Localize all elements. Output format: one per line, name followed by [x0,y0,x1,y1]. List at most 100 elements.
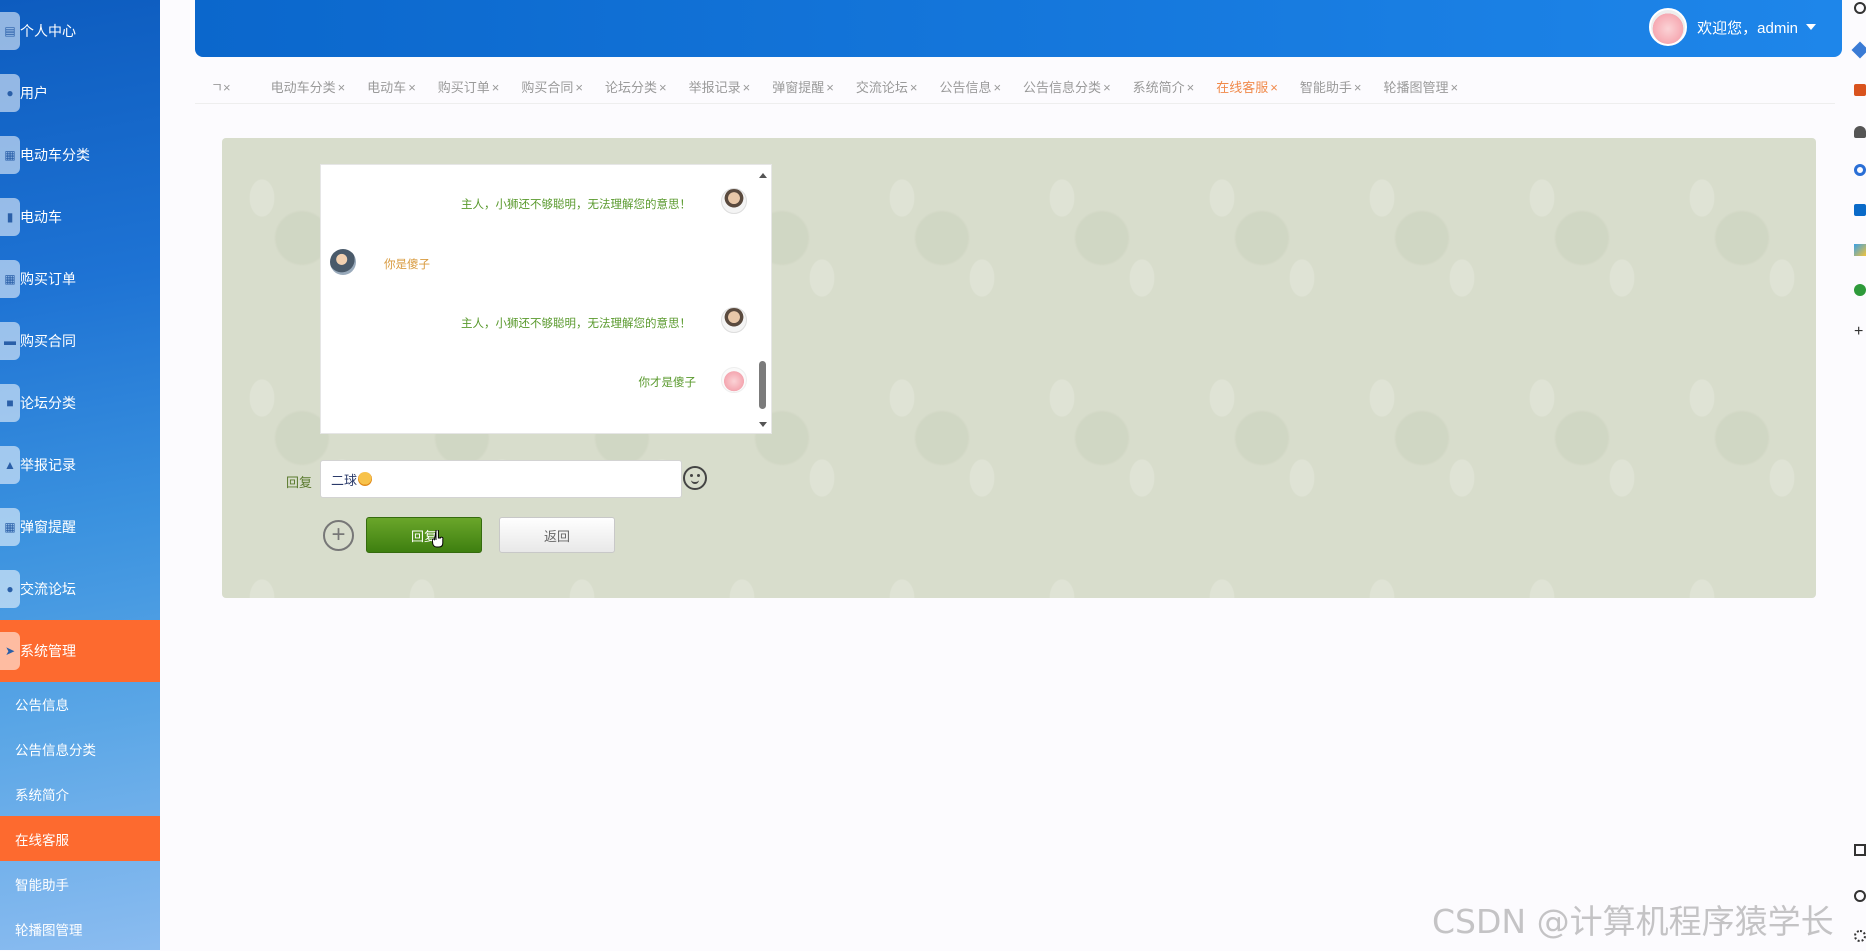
tab-label: 论坛分类 [605,80,658,95]
tab-label: 举报记录 [688,80,741,95]
sidebar-item-popup-reminder[interactable]: ▦ 弹窗提醒 [0,496,160,558]
user-menu[interactable]: 欢迎您，admin [1649,8,1816,46]
bubble-icon: ● [0,570,20,608]
sidebar-subitem-announcement-category[interactable]: 公告信息分类 [0,726,160,771]
sidebar-subitem-announcements[interactable]: 公告信息 [0,681,160,726]
sidebar-item-reports[interactable]: ▲ 举报记录 [0,434,160,496]
sidebar-item-label: 用户 [20,85,48,101]
reply-button[interactable]: 回复 [366,517,482,553]
chat-scrollbar[interactable] [759,173,767,427]
tab-label: 智能助手 [1299,80,1352,95]
sidebar-item-system-management[interactable]: ➤ 系统管理 [0,620,160,682]
close-icon[interactable]: × [743,80,751,95]
tab-label: 公告信息 [939,80,992,95]
tab-forum[interactable]: 交流论坛 × [856,77,918,96]
tab-online-service[interactable]: 在线客服 × [1216,77,1278,96]
sidebar-item-forum-category[interactable]: ■ 论坛分类 [0,372,160,434]
add-attachment-icon[interactable]: + [323,520,354,551]
back-button[interactable]: 返回 [499,517,615,553]
reply-input-value: 二球 [331,472,358,488]
add-icon[interactable]: + [1854,324,1866,340]
close-icon[interactable]: × [408,80,416,95]
tab-ev-category[interactable]: 电动车分类 × [271,77,346,96]
avatar [1649,8,1688,46]
sidebar-item-label: 论坛分类 [20,395,76,411]
chat-message-admin: 你才是傻子 [638,377,697,389]
grid-icon: ▦ [0,136,20,174]
sidebar-item-contracts[interactable]: ▬ 购买合同 [0,310,160,372]
sidebar-item-orders[interactable]: ▦ 购买订单 [0,248,160,310]
sidebar-subitem-online-service[interactable]: 在线客服 [0,816,160,861]
screenshot-icon[interactable] [1854,844,1866,856]
sidebar-item-users[interactable]: ● 用户 [0,62,160,124]
close-icon[interactable]: × [338,80,346,95]
sidebar-subitem-system-intro[interactable]: 系统简介 [0,771,160,816]
sidebar-item-personal-center[interactable]: ▤ 个人中心 [0,0,160,62]
sidebar-item-label: 系统管理 [20,643,76,659]
caret-down-icon [1806,24,1816,30]
sidebar-item-ev[interactable]: ▮ 电动车 [0,186,160,248]
close-icon[interactable]: × [1103,80,1111,95]
close-icon[interactable]: × [575,80,583,95]
send-icon: ➤ [0,632,20,670]
close-icon[interactable]: × [910,80,918,95]
sidebar-subitem-smart-assistant[interactable]: 智能助手 [0,861,160,906]
sidebar-item-label: 个人中心 [20,23,76,39]
close-icon[interactable]: × [993,80,1001,95]
diamond-icon[interactable] [1851,41,1866,59]
chat-message-bot: 主人，小狮还不够聪明，无法理解您的意思！ [461,318,691,330]
sidebar-item-label: 交流论坛 [20,581,76,597]
top-header: 欢迎您，admin [195,0,1842,57]
customer-avatar [330,249,356,275]
tab-label: 在线客服 [1216,80,1269,95]
chat-message-customer: 你是傻子 [384,259,430,271]
tab-ev[interactable]: 电动车 × [367,77,416,96]
tab-popup-reminder[interactable]: 弹窗提醒 × [772,77,834,96]
emoji-picker-icon[interactable] [683,466,707,490]
scroll-up-icon[interactable] [759,173,767,178]
tab-label: 系统简介 [1132,80,1185,95]
close-icon[interactable]: × [1270,80,1278,95]
tab-contracts[interactable]: 购买合同 × [521,77,583,96]
toolbox-icon[interactable] [1854,84,1866,96]
tab-forum-category[interactable]: 论坛分类 × [605,77,667,96]
tab-announcement-category[interactable]: 公告信息分类 × [1023,77,1111,96]
reply-input[interactable]: 二球 [320,460,682,498]
close-icon[interactable]: × [659,80,667,95]
sidebar-subitem-carousel[interactable]: 轮播图管理 [0,906,160,951]
grid-icon: ▦ [0,508,20,546]
tab-orders[interactable]: 购买订单 × [438,77,500,96]
send-icon[interactable] [1854,244,1866,256]
copilot-icon[interactable] [1854,164,1866,176]
settings-icon[interactable] [1854,930,1866,942]
tab-carousel[interactable]: 轮播图管理 × [1383,77,1458,96]
outlook-icon[interactable] [1854,204,1866,216]
close-icon[interactable]: × [826,80,834,95]
tree-icon[interactable] [1854,284,1866,296]
tab-system-intro[interactable]: 系统简介 × [1133,77,1195,96]
sidebar-item-forum[interactable]: ● 交流论坛 [0,558,160,620]
person-icon[interactable] [1854,126,1866,138]
search-icon[interactable] [1854,2,1866,14]
tab-reports[interactable]: 举报记录 × [689,77,751,96]
tab-label: 交流论坛 [855,80,908,95]
scroll-down-icon[interactable] [759,422,767,427]
scroll-thumb[interactable] [759,361,766,409]
tab-label: 购买合同 [521,80,574,95]
emoji-grin-icon [358,472,373,486]
share-icon[interactable] [1854,890,1866,902]
user-icon: ● [0,74,20,112]
close-icon[interactable]: × [1187,80,1195,95]
sidebar-item-label: 电动车 [20,209,62,225]
tab-label: 公告信息分类 [1023,80,1102,95]
close-icon[interactable]: × [1354,80,1362,95]
tab-announcements[interactable]: 公告信息 × [939,77,1001,96]
close-icon[interactable]: × [1451,80,1459,95]
tab-partial[interactable]: ㄱ× [211,77,231,96]
chat-window[interactable]: 主人，小狮还不够聪明，无法理解您的意思！ 你是傻子 主人，小狮还不够聪明，无法理… [320,164,772,434]
file-icon: ▮ [0,198,20,236]
close-icon[interactable]: × [492,80,500,95]
sidebar-item-label: 购买订单 [20,271,76,287]
tab-smart-assistant[interactable]: 智能助手 × [1300,77,1362,96]
sidebar-item-ev-category[interactable]: ▦ 电动车分类 [0,124,160,186]
